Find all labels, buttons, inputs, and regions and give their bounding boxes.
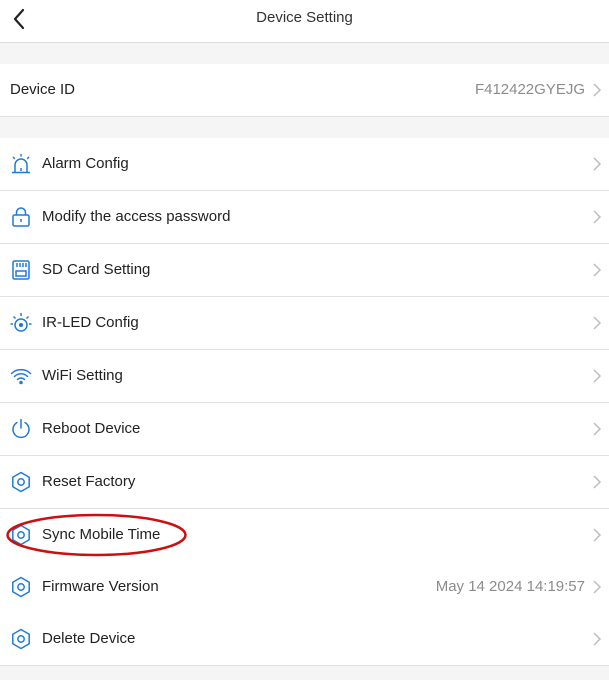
reset-factory-row[interactable]: Reset Factory (0, 456, 609, 509)
wifi-setting-label: WiFi Setting (42, 367, 123, 384)
delete-device-label: Delete Device (42, 630, 136, 647)
section-gap (0, 117, 609, 138)
ir-led-config-row[interactable]: IR-LED Config (0, 297, 609, 350)
chevron-right-icon (593, 157, 602, 171)
reboot-device-row[interactable]: Reboot Device (0, 403, 609, 456)
chevron-right-icon (593, 316, 602, 330)
modify-password-label: Modify the access password (42, 208, 231, 225)
header-bar: Device Setting (0, 0, 609, 43)
firmware-version-label: Firmware Version (42, 578, 159, 595)
modify-password-row[interactable]: Modify the access password (0, 191, 609, 244)
sd-card-setting-row[interactable]: SD Card Setting (0, 244, 609, 297)
chevron-right-icon (593, 263, 602, 277)
wifi-icon (9, 364, 33, 388)
device-id-label: Device ID (10, 81, 76, 98)
section-gap (0, 665, 609, 680)
gear-icon (9, 575, 33, 599)
alarm-config-label: Alarm Config (42, 155, 129, 172)
device-id-value: F412422GYEJG (474, 81, 585, 98)
device-id-row[interactable]: Device ID F412422GYEJG (0, 64, 609, 117)
power-icon (9, 417, 33, 441)
annotation-ellipse (6, 513, 187, 557)
firmware-version-row[interactable]: Firmware Version May 14 2024 14:19:57 (0, 561, 609, 614)
chevron-right-icon (593, 83, 602, 97)
chevron-right-icon (593, 632, 602, 646)
wifi-setting-row[interactable]: WiFi Setting (0, 350, 609, 403)
reset-factory-label: Reset Factory (42, 473, 136, 490)
chevron-right-icon (593, 369, 602, 383)
alarm-light-icon (9, 152, 33, 176)
chevron-right-icon (593, 475, 602, 489)
delete-device-row[interactable]: Delete Device (0, 613, 609, 666)
chevron-right-icon (593, 528, 602, 542)
ir-led-icon (9, 311, 33, 335)
lock-icon (9, 205, 33, 229)
chevron-right-icon (593, 210, 602, 224)
sd-card-setting-label: SD Card Setting (42, 261, 151, 278)
section-gap (0, 43, 609, 64)
page-title: Device Setting (256, 9, 353, 26)
alarm-config-row[interactable]: Alarm Config (0, 138, 609, 191)
firmware-version-value: May 14 2024 14:19:57 (435, 578, 585, 595)
reboot-device-label: Reboot Device (42, 420, 141, 437)
chevron-right-icon (593, 422, 602, 436)
sd-card-icon (9, 258, 33, 282)
ir-led-config-label: IR-LED Config (42, 314, 139, 331)
gear-icon (9, 470, 33, 494)
chevron-right-icon (593, 580, 602, 594)
gear-icon (9, 627, 33, 651)
